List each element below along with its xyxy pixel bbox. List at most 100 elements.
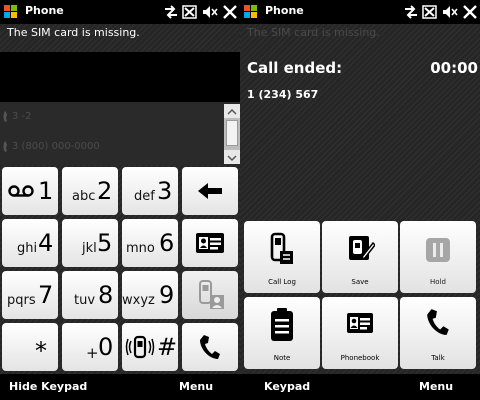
button-label: Call Log — [268, 278, 296, 286]
dial-number-field[interactable] — [0, 52, 240, 102]
handset-icon — [200, 335, 220, 359]
letters-label: abc — [72, 189, 96, 204]
vibrate-icon — [125, 335, 155, 359]
key-3[interactable]: def 3 — [122, 167, 178, 215]
scrollbar[interactable] — [224, 104, 240, 164]
call-log-icon — [270, 232, 293, 264]
dialer-screen: Phone The SIM card is missing. 3 -2 3 (8… — [0, 0, 240, 400]
digit-label: 7 — [38, 281, 54, 309]
called-number: 1 (234) 567 — [247, 88, 319, 101]
letters-label: pqrs — [7, 293, 36, 308]
key-0[interactable]: + 0 — [62, 323, 118, 371]
button-label: Talk — [431, 354, 445, 362]
key-star[interactable]: * — [2, 323, 58, 371]
key-9[interactable]: wxyz 9 — [122, 271, 178, 319]
button-label: Save — [351, 278, 369, 286]
recent-calls-list: 3 -2 3 (800) 000-0000 — [0, 102, 240, 165]
sim-missing-message: The SIM card is missing. — [7, 26, 140, 39]
app-title: Phone — [265, 4, 304, 17]
key-5[interactable]: jkl 5 — [62, 219, 118, 267]
status-bar: Phone — [240, 0, 480, 24]
letters-label: + — [86, 344, 99, 362]
softkey-bar: Keypad Menu — [240, 374, 480, 400]
phone-contact-icon — [199, 280, 224, 309]
signal-off-icon[interactable] — [422, 4, 438, 20]
digit-label: * — [35, 337, 47, 365]
voicemail-icon — [8, 185, 34, 197]
phonebook-button[interactable]: Phonebook — [322, 297, 398, 369]
key-2[interactable]: abc 2 — [62, 167, 118, 215]
handset-icon — [427, 309, 449, 335]
save-contact-icon — [349, 236, 375, 261]
save-button[interactable]: Save — [322, 221, 398, 293]
digit-label: # — [157, 333, 178, 361]
button-label: Phonebook — [340, 354, 380, 362]
speaker-mute-icon[interactable] — [202, 4, 218, 20]
windows-logo-icon[interactable] — [4, 5, 18, 19]
digit-label: 4 — [38, 229, 54, 257]
letters-label: mno — [126, 241, 155, 256]
key-7[interactable]: pqrs 7 — [2, 271, 58, 319]
letters-label: wxyz — [122, 293, 155, 308]
button-label: Note — [273, 354, 291, 362]
backspace-key[interactable] — [182, 167, 238, 215]
connectivity-icon[interactable] — [403, 4, 419, 20]
menu-softkey[interactable]: Menu — [419, 380, 453, 393]
list-item[interactable]: 3 (800) 000-0000 — [0, 132, 224, 162]
letters-label: tuv — [74, 293, 96, 308]
hold-button[interactable]: Hold — [400, 221, 476, 293]
close-icon[interactable] — [222, 4, 238, 20]
talk-key[interactable] — [182, 323, 238, 371]
call-status: Call ended: — [247, 59, 343, 77]
recent-call-text: 3 -2 — [12, 111, 32, 122]
phone-icon — [3, 141, 7, 152]
close-icon[interactable] — [462, 4, 478, 20]
contact-card-icon — [347, 313, 373, 333]
digit-label: 1 — [38, 177, 54, 205]
note-icon — [271, 308, 293, 341]
digit-label: 8 — [98, 281, 114, 309]
app-title: Phone — [25, 4, 64, 17]
letters-label: def — [134, 189, 155, 204]
backspace-arrow-icon — [198, 183, 222, 199]
connectivity-icon[interactable] — [163, 4, 179, 20]
key-4[interactable]: ghi 4 — [2, 219, 58, 267]
recent-call-text: 3 (800) 000-0000 — [12, 141, 100, 152]
pause-icon — [426, 238, 450, 262]
call-duration: 00:00 — [430, 59, 478, 77]
key-hash[interactable]: # — [122, 323, 178, 371]
scroll-up-arrow[interactable] — [224, 104, 240, 118]
call-log-button[interactable]: Call Log — [244, 221, 320, 293]
chevron-up-icon — [227, 108, 237, 115]
chevron-down-icon — [227, 155, 237, 162]
digit-label: 6 — [159, 229, 175, 257]
digit-label: 5 — [97, 229, 113, 257]
button-label: Hold — [430, 278, 446, 286]
note-button[interactable]: Note — [244, 297, 320, 369]
speed-dial-key[interactable] — [182, 271, 238, 319]
windows-logo-icon[interactable] — [244, 5, 258, 19]
signal-off-icon[interactable] — [182, 4, 198, 20]
keypad-softkey[interactable]: Keypad — [264, 380, 310, 393]
menu-softkey[interactable]: Menu — [179, 380, 213, 393]
talk-button[interactable]: Talk — [400, 297, 476, 369]
key-6[interactable]: mno 6 — [122, 219, 178, 267]
letters-label: jkl — [82, 241, 97, 256]
softkey-bar: Hide Keypad Menu — [0, 374, 240, 400]
scroll-thumb[interactable] — [226, 120, 238, 146]
status-bar: Phone — [0, 0, 240, 24]
scroll-down-arrow[interactable] — [224, 150, 240, 164]
list-item[interactable]: 3 -2 — [0, 102, 224, 132]
contacts-key[interactable] — [182, 219, 238, 267]
hide-keypad-softkey[interactable]: Hide Keypad — [9, 380, 87, 393]
speaker-mute-icon[interactable] — [442, 4, 458, 20]
digit-label: 0 — [98, 333, 114, 361]
key-8[interactable]: tuv 8 — [62, 271, 118, 319]
sim-missing-message: The SIM card is missing. — [247, 26, 380, 39]
digit-label: 3 — [157, 177, 173, 205]
contact-card-icon — [196, 233, 224, 253]
digit-label: 2 — [97, 177, 113, 205]
digit-label: 9 — [159, 281, 175, 309]
key-1[interactable]: 1 — [2, 167, 58, 215]
letters-label: ghi — [17, 241, 38, 256]
